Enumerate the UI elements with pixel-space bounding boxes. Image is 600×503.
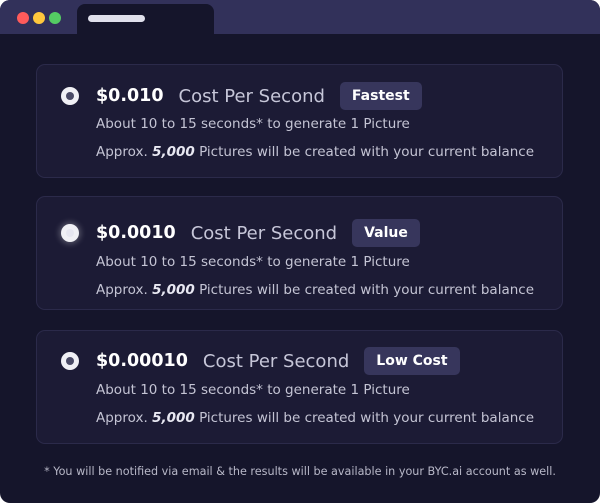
- generation-time-text: About 10 to 15 seconds* to generate 1 Pi…: [96, 254, 410, 270]
- approx-prefix: Approx.: [96, 282, 148, 298]
- price-label: Cost Per Second: [190, 222, 338, 244]
- tier-badge: Fastest: [339, 82, 422, 110]
- browser-window: $0.010 Cost Per Second Fastest About 10 …: [0, 0, 600, 503]
- close-window-button[interactable]: [17, 12, 29, 24]
- price-value: $0.010: [96, 86, 164, 106]
- minimize-window-button[interactable]: [33, 12, 45, 24]
- price-row: $0.010 Cost Per Second Fastest: [96, 82, 422, 110]
- generation-time-text: About 10 to 15 seconds* to generate 1 Pi…: [96, 382, 410, 398]
- radio-button[interactable]: [61, 224, 79, 242]
- tier-badge: Low Cost: [364, 347, 460, 375]
- tab-title-placeholder: [88, 15, 145, 22]
- approx-pictures-text: Approx. 5,000 Pictures will be created w…: [96, 144, 534, 160]
- title-bar: [0, 0, 600, 34]
- price-label: Cost Per Second: [202, 350, 350, 372]
- approx-count: 5,000: [152, 410, 195, 426]
- generation-time-text: About 10 to 15 seconds* to generate 1 Pi…: [96, 116, 410, 132]
- tier-badge: Value: [352, 219, 420, 247]
- approx-prefix: Approx.: [96, 410, 148, 426]
- approx-suffix: Pictures will be created with your curre…: [199, 144, 534, 160]
- approx-prefix: Approx.: [96, 144, 148, 160]
- approx-suffix: Pictures will be created with your curre…: [199, 410, 534, 426]
- approx-pictures-text: Approx. 5,000 Pictures will be created w…: [96, 410, 534, 426]
- price-value: $0.00010: [96, 351, 188, 371]
- approx-count: 5,000: [152, 144, 195, 160]
- pricing-option-low-cost[interactable]: $0.00010 Cost Per Second Low Cost About …: [36, 330, 563, 444]
- footnote: * You will be notified via email & the r…: [44, 465, 556, 478]
- radio-dot: [66, 229, 74, 237]
- browser-tab[interactable]: [77, 4, 214, 34]
- radio-button[interactable]: [61, 87, 79, 105]
- price-row: $0.00010 Cost Per Second Low Cost: [96, 347, 460, 375]
- price-value: $0.0010: [96, 223, 176, 243]
- approx-pictures-text: Approx. 5,000 Pictures will be created w…: [96, 282, 534, 298]
- radio-button[interactable]: [61, 352, 79, 370]
- approx-count: 5,000: [152, 282, 195, 298]
- price-label: Cost Per Second: [178, 85, 325, 107]
- pricing-option-fastest[interactable]: $0.010 Cost Per Second Fastest About 10 …: [36, 64, 563, 178]
- maximize-window-button[interactable]: [49, 12, 61, 24]
- price-row: $0.0010 Cost Per Second Value: [96, 219, 420, 247]
- radio-dot: [66, 92, 74, 100]
- radio-dot: [66, 357, 74, 365]
- content-area: $0.010 Cost Per Second Fastest About 10 …: [0, 34, 600, 503]
- approx-suffix: Pictures will be created with your curre…: [199, 282, 534, 298]
- pricing-option-value[interactable]: $0.0010 Cost Per Second Value About 10 t…: [36, 196, 563, 310]
